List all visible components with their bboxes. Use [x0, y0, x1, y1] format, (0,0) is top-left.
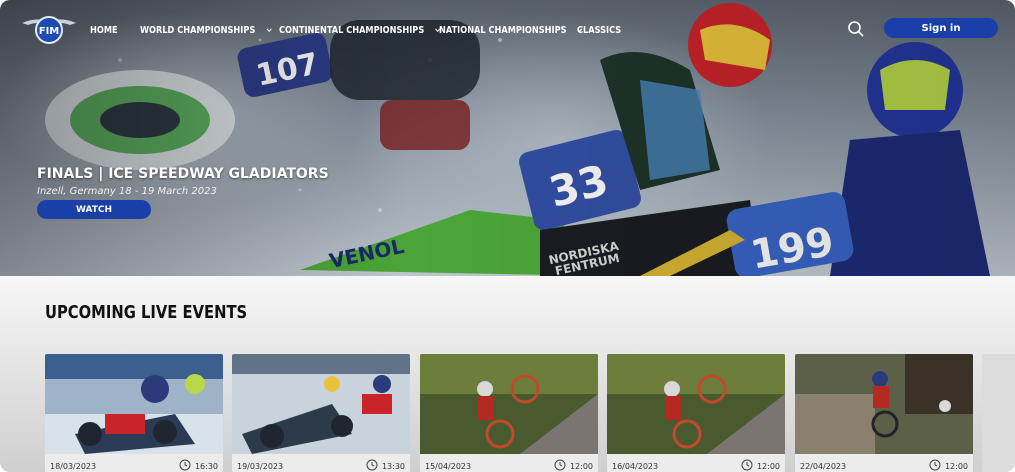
event-date: 18/03/2023: [50, 462, 97, 471]
event-date: 15/04/2023: [425, 462, 472, 471]
hero-title: FINALS | ICE SPEEDWAY GLADIATORS: [37, 166, 329, 182]
nav-item-national-championships[interactable]: NATIONAL CHAMPIONSHIPS: [439, 22, 584, 38]
clock-icon: [179, 459, 191, 471]
event-thumbnail: [795, 354, 973, 454]
section-title: UPCOMING LIVE EVENTS: [45, 302, 248, 323]
fim-logo[interactable]: FIM: [20, 11, 78, 47]
event-meta: 15/04/2023 12:00: [420, 454, 598, 472]
nav-item-label: WORLD CHAMPIONSHIPS: [140, 24, 256, 36]
event-date: 19/03/2023: [237, 462, 284, 471]
event-time: 13:30: [381, 462, 405, 471]
event-date: 22/04/2023: [800, 462, 847, 471]
event-time: 16:30: [194, 462, 218, 471]
nav-item-classics[interactable]: CLASSICS: [577, 22, 621, 38]
event-meta: 22/04/2023 12:00: [795, 454, 973, 472]
clock-icon: [554, 459, 566, 471]
nav-item-label: HOME: [90, 24, 118, 36]
event-card[interactable]: 19/03/2023 13:30: [232, 354, 410, 472]
event-time: 12:00: [569, 462, 593, 471]
nav-item-label: CONTINENTAL CHAMPIONSHIPS: [279, 24, 425, 36]
event-meta: 16/04/2023 12:00: [607, 454, 785, 472]
nav-item-world-championships[interactable]: WORLD CHAMPIONSHIPS: [140, 22, 272, 38]
chevron-down-icon: [266, 27, 272, 32]
nav-item-label: CLASSICS: [577, 24, 622, 36]
hero-subtitle: Inzell, Germany 18 - 19 March 2023: [37, 186, 217, 197]
page: 107 VENOL 33 NORDISKA FENTRUM 199: [0, 0, 1015, 472]
clock-icon: [366, 459, 378, 471]
event-date: 16/04/2023: [612, 462, 659, 471]
event-thumbnail: [420, 354, 598, 454]
event-card[interactable]: 16/04/2023 12:00: [607, 354, 785, 472]
event-thumbnail: [607, 354, 785, 454]
nav-item-label: NATIONAL CHAMPIONSHIPS: [439, 24, 567, 36]
event-meta: 19/03/2023 13:30: [232, 454, 410, 472]
search-icon[interactable]: [847, 20, 865, 38]
event-card-peek[interactable]: [982, 354, 1015, 472]
clock-icon: [741, 459, 753, 471]
sign-in-button[interactable]: Sign in: [884, 18, 998, 38]
event-thumbnail: [45, 354, 223, 454]
event-thumbnail: [232, 354, 410, 454]
event-card[interactable]: 18/03/2023 16:30: [45, 354, 223, 472]
nav-item-continental-championships[interactable]: CONTINENTAL CHAMPIONSHIPS: [279, 22, 441, 38]
clock-icon: [929, 459, 941, 471]
event-time: 12:00: [756, 462, 780, 471]
nav-item-home[interactable]: HOME: [90, 22, 118, 38]
event-card[interactable]: 22/04/2023 12:00: [795, 354, 973, 472]
event-meta: 18/03/2023 16:30: [45, 454, 223, 472]
event-time: 12:00: [944, 462, 968, 471]
event-card[interactable]: 15/04/2023 12:00: [420, 354, 598, 472]
top-nav: FIM HOME WORLD CHAMPIONSHIPS CONTINENTAL…: [0, 0, 1015, 56]
watch-button[interactable]: WATCH: [37, 200, 151, 219]
logo-text: FIM: [39, 26, 60, 37]
